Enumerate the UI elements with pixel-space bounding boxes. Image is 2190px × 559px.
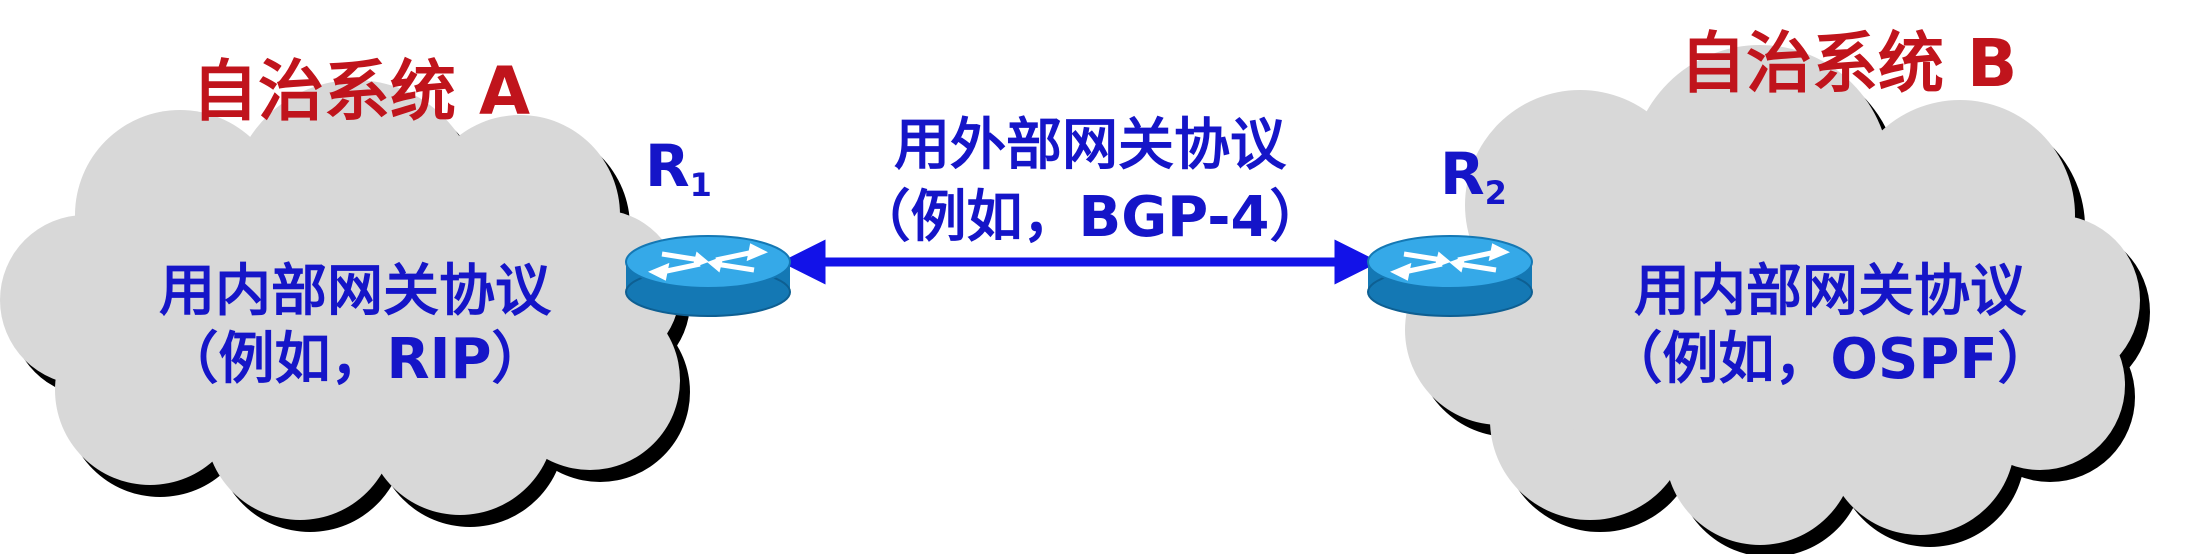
- router-r2-letter: R: [1440, 140, 1485, 208]
- network-diagram: 自治系统 A 自治系统 B 用内部网关协议 （例如，RIP） 用内部网关协议 （…: [0, 0, 2190, 557]
- as-b-protocol-line1: 用内部网关协议: [1634, 259, 2026, 324]
- as-a-protocol-line1: 用内部网关协议: [159, 259, 551, 324]
- router-r1-index: 1: [689, 166, 712, 204]
- router-r1-icon: [625, 235, 791, 317]
- router-r1-label: R1: [645, 132, 712, 204]
- as-a-protocol: 用内部网关协议 （例如，RIP）: [125, 258, 585, 394]
- bgp-link-label-line2: （例如，BGP-4）: [854, 185, 1326, 250]
- router-r2-label: R2: [1440, 140, 1507, 212]
- bgp-link-label: 用外部网关协议 （例如，BGP-4）: [840, 110, 1340, 254]
- as-a-title: 自治系统 A: [192, 53, 531, 130]
- as-b-protocol: 用内部网关协议 （例如，OSPF）: [1600, 258, 2060, 394]
- as-b-protocol-line2: （例如，OSPF）: [1606, 327, 2054, 392]
- router-r2-index: 2: [1484, 174, 1507, 212]
- router-r2-icon: [1367, 235, 1533, 317]
- router-r1-letter: R: [645, 132, 690, 200]
- as-b-title: 自治系统 B: [1680, 25, 2018, 102]
- bgp-link-label-line1: 用外部网关协议: [894, 113, 1286, 178]
- as-a-protocol-line2: （例如，RIP）: [162, 327, 548, 392]
